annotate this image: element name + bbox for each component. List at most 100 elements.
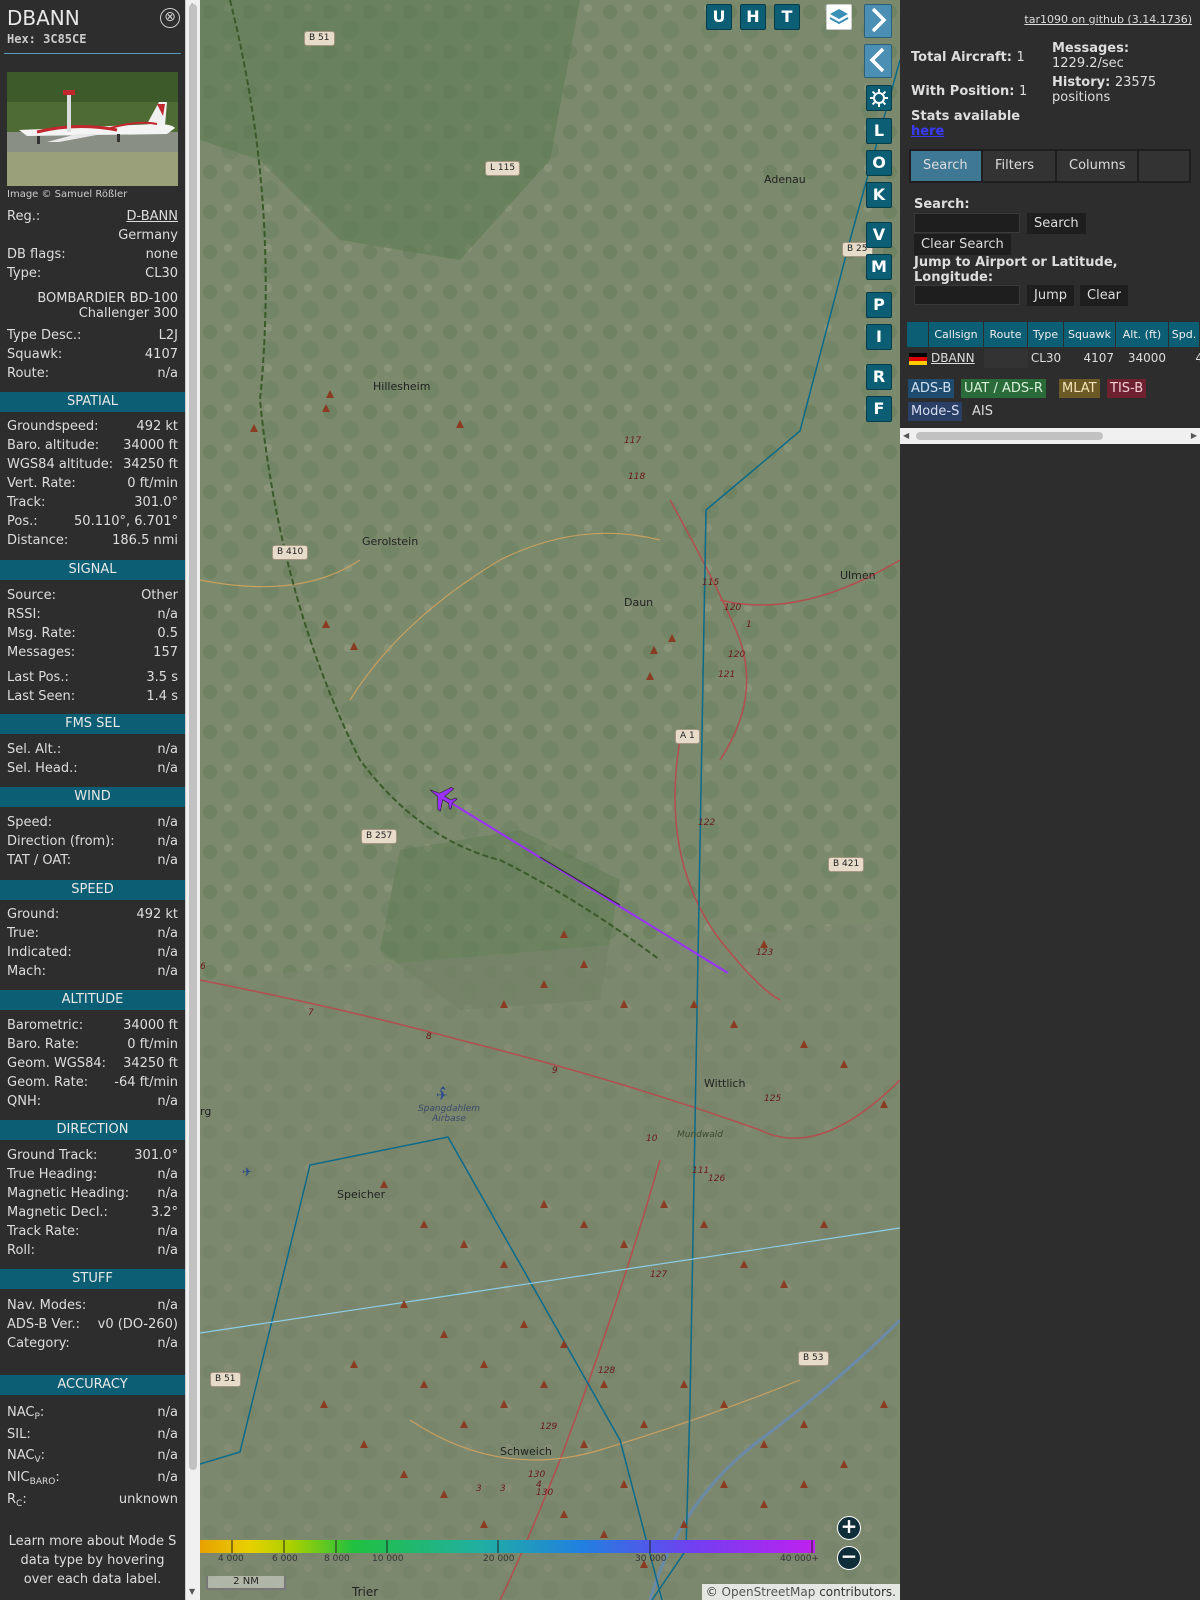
altitude-row: Baro. Rate: 0 ft/min xyxy=(7,1036,178,1054)
tab-search[interactable]: Search xyxy=(911,151,981,181)
search-input[interactable] xyxy=(914,213,1020,233)
direction-label: Track Rate: xyxy=(7,1224,80,1239)
peak-marker-icon xyxy=(600,1530,608,1538)
reg-link[interactable]: D-BANN xyxy=(127,208,179,226)
col-alt[interactable]: Alt. (ft) xyxy=(1116,322,1169,347)
stuff-row: ADS-B Ver.: v0 (DO-260) xyxy=(7,1316,178,1334)
col-route[interactable]: Route xyxy=(984,322,1028,347)
wind-row: Direction (from): n/a xyxy=(7,833,178,851)
scroll-down-icon[interactable]: ▼ xyxy=(189,1588,195,1596)
hscroll-thumb[interactable] xyxy=(916,432,1103,440)
peak-marker-icon xyxy=(580,1220,588,1228)
fms-value: n/a xyxy=(157,742,178,757)
aircraft-photo[interactable] xyxy=(7,72,178,186)
info-panel: tar1090 on github (3.14.1736) Total Airc… xyxy=(900,0,1200,1600)
nacv-row: NACV: n/a xyxy=(7,1447,178,1465)
clear-button[interactable]: Clear xyxy=(1080,285,1128,306)
colorbar-label-8000: 8 000 xyxy=(324,1554,350,1564)
squawk-value: 4107 xyxy=(144,347,178,362)
tab-filters[interactable]: Filters xyxy=(983,151,1055,181)
toggle-o-button[interactable]: O xyxy=(866,150,892,176)
peak-marker-icon xyxy=(460,1240,468,1248)
col-callsign[interactable]: Callsign xyxy=(929,322,984,347)
route-number-label: 3 xyxy=(500,1484,506,1494)
map-view[interactable]: ✈ ✈ Adenau Hillesheim Gerolstein Daun Ul… xyxy=(200,0,900,1600)
scrollbar-thumb[interactable] xyxy=(189,4,197,1470)
table-horizontal-scrollbar[interactable]: ◀ ▶ xyxy=(900,428,1200,444)
peak-marker-icon xyxy=(322,620,330,628)
col-type[interactable]: Type xyxy=(1028,322,1064,347)
signal-value: 0.5 xyxy=(157,626,178,641)
peak-marker-icon xyxy=(360,1440,368,1448)
withpos-value: 1 xyxy=(1019,84,1028,99)
jump-input[interactable] xyxy=(914,285,1020,305)
peak-marker-icon xyxy=(420,1380,428,1388)
toggle-k-button[interactable]: K xyxy=(866,182,892,208)
jump-button[interactable]: Jump xyxy=(1027,285,1074,306)
peak-marker-icon xyxy=(400,1300,408,1308)
layers-icon[interactable] xyxy=(826,4,852,30)
signal-row: Msg. Rate: 0.5 xyxy=(7,625,178,643)
toggle-u-button[interactable]: U xyxy=(706,4,732,30)
toggle-f-button[interactable]: F xyxy=(866,396,892,422)
col-spd[interactable]: Spd. xyxy=(1169,322,1200,347)
toggle-v-button[interactable]: V xyxy=(866,222,892,248)
gear-icon[interactable] xyxy=(866,85,892,111)
scroll-right-icon[interactable]: ▶ xyxy=(1191,431,1197,440)
chevron-right-icon[interactable] xyxy=(864,4,892,38)
toggle-l-button[interactable]: L xyxy=(866,118,892,144)
place-wittlich: Wittlich xyxy=(704,1077,746,1090)
toggle-h-button[interactable]: H xyxy=(740,4,766,30)
nacv-text: NAC xyxy=(7,1448,35,1463)
source-ads-b: ADS-B xyxy=(908,379,955,398)
close-icon[interactable]: ⊗ xyxy=(160,8,180,28)
place-schweich: Schweich xyxy=(500,1445,552,1458)
zoom-in-button[interactable]: + xyxy=(837,1516,861,1540)
tab-extra[interactable] xyxy=(1139,151,1189,181)
spatial-label: WGS84 altitude: xyxy=(7,457,114,472)
typedesc-value: L2J xyxy=(158,328,178,343)
speed-row: Mach: n/a xyxy=(7,963,178,981)
speed-label: Ground: xyxy=(7,907,60,922)
spatial-label: Groundspeed: xyxy=(7,419,99,434)
clear-search-button[interactable]: Clear Search xyxy=(914,234,1011,255)
signal-value: 1.4 s xyxy=(146,689,178,704)
zoom-out-button[interactable]: − xyxy=(837,1546,861,1570)
osm-link[interactable]: OpenStreetMap xyxy=(722,1585,816,1599)
signal-label: Last Seen: xyxy=(7,689,76,704)
direction-label: True Heading: xyxy=(7,1167,98,1182)
peak-marker-icon xyxy=(720,1480,728,1488)
chevron-left-icon[interactable] xyxy=(864,44,892,78)
spatial-value: 301.0° xyxy=(134,495,178,510)
col-flag[interactable] xyxy=(907,322,929,347)
peak-marker-icon xyxy=(650,646,658,654)
peak-marker-icon xyxy=(480,1520,488,1528)
sidebar-scrollbar[interactable]: ▲ ▼ xyxy=(185,0,200,1600)
tab-columns[interactable]: Columns xyxy=(1057,151,1137,181)
reg-row: Reg.: D-BANN xyxy=(7,208,178,226)
github-link[interactable]: tar1090 on github (3.14.1736) xyxy=(1024,13,1192,26)
place-mundwald: Mundwald xyxy=(677,1130,723,1140)
row-callsign-link[interactable]: DBANN xyxy=(931,349,975,368)
aircraft-callsign: DBANN xyxy=(7,6,80,30)
search-button[interactable]: Search xyxy=(1027,213,1086,234)
spatial-row: Vert. Rate: 0 ft/min xyxy=(7,475,178,493)
road-b51-north: B 51 xyxy=(304,31,335,46)
altitude-value: 0 ft/min xyxy=(127,1037,178,1052)
route-number-label: 1 xyxy=(746,620,752,630)
stats-link[interactable]: here xyxy=(911,124,944,139)
colorbar-label-10000: 10 000 xyxy=(372,1554,404,1564)
messages-rate: Messages: 1229.2/sec xyxy=(1052,41,1192,71)
route-label: Route: xyxy=(7,366,50,381)
toggle-m-button[interactable]: M xyxy=(866,254,892,280)
scroll-left-icon[interactable]: ◀ xyxy=(903,431,909,440)
speed-row: Ground: 492 kt xyxy=(7,906,178,924)
col-squawk[interactable]: Squawk xyxy=(1064,322,1116,347)
toggle-i-button[interactable]: I xyxy=(866,324,892,350)
toggle-p-button[interactable]: P xyxy=(866,292,892,318)
messages-label: Messages: xyxy=(1052,41,1130,56)
altitude-row: Geom. Rate: -64 ft/min xyxy=(7,1074,178,1092)
toggle-t-button[interactable]: T xyxy=(774,4,800,30)
fms-row: Sel. Alt.: n/a xyxy=(7,741,178,759)
toggle-r-button[interactable]: R xyxy=(866,364,892,390)
